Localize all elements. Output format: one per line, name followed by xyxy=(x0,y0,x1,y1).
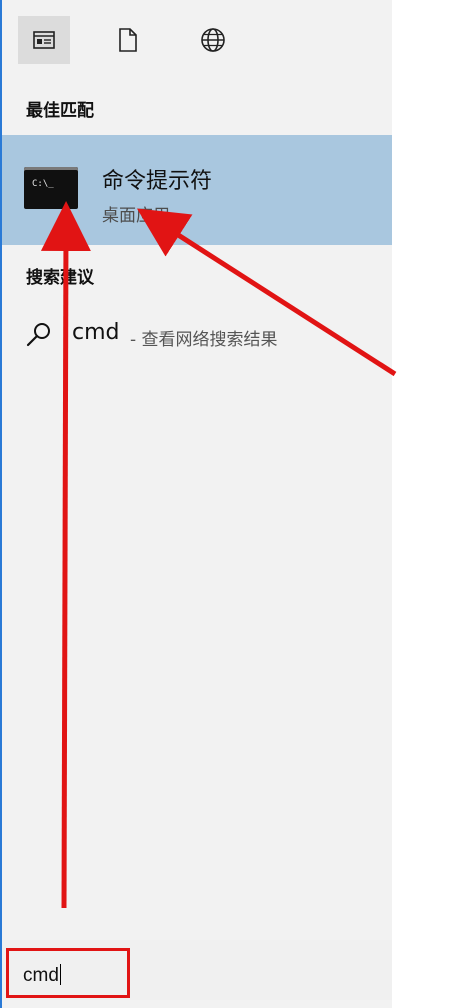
best-match-item[interactable]: C:\_ 命令提示符 桌面应用 xyxy=(2,135,392,245)
filter-toolbar xyxy=(2,0,392,78)
best-match-subtitle: 桌面应用 xyxy=(102,206,170,226)
best-match-title: 命令提示符 xyxy=(102,169,213,194)
suggestion-term: cmd xyxy=(72,320,120,345)
search-suggestion-item[interactable]: cmd - 查看网络搜索结果 xyxy=(2,312,392,360)
text-caret xyxy=(59,964,61,985)
web-icon xyxy=(201,28,225,52)
command-prompt-icon-text: C:\_ xyxy=(32,179,54,189)
search-suggestions-heading: 搜索建议 xyxy=(26,268,94,288)
start-search-panel: 最佳匹配 C:\_ 命令提示符 桌面应用 搜索建议 cmd - 查看网络搜索结果… xyxy=(0,0,392,1008)
command-prompt-icon: C:\_ xyxy=(24,167,78,209)
web-filter-button[interactable] xyxy=(187,16,239,64)
search-bar: cmd xyxy=(2,940,392,1000)
best-match-heading: 最佳匹配 xyxy=(26,101,94,121)
search-input-value: cmd xyxy=(23,965,59,986)
apps-filter-button[interactable] xyxy=(18,16,70,64)
documents-icon xyxy=(119,28,137,52)
documents-filter-button[interactable] xyxy=(102,16,154,64)
suggestion-hint: - 查看网络搜索结果 xyxy=(130,330,278,350)
desktop-background xyxy=(392,0,459,1008)
search-input[interactable]: cmd xyxy=(6,948,130,998)
apps-icon xyxy=(33,31,55,49)
search-icon xyxy=(26,323,50,347)
